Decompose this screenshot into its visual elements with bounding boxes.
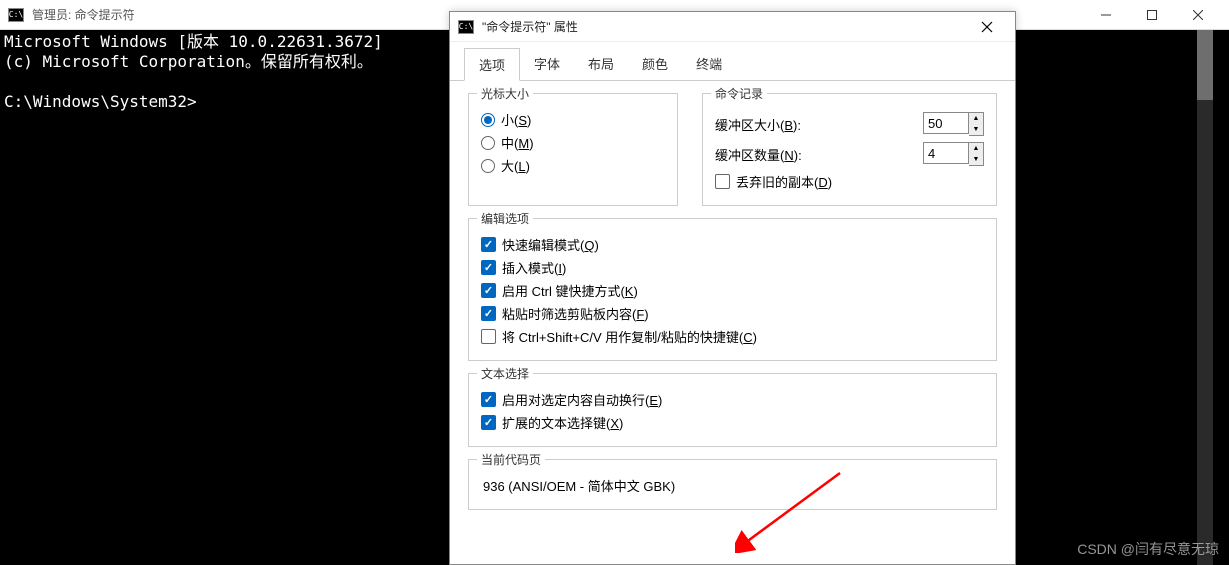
- quick-edit-checkbox[interactable]: [481, 237, 496, 252]
- buffer-size-spinner[interactable]: ▲▼: [923, 112, 984, 136]
- command-history-group: 命令记录 缓冲区大小(B): ▲▼ 缓冲区数量(N): ▲▼: [702, 93, 997, 206]
- codepage-value: 936 (ANSI/OEM - 简体中文 GBK): [481, 472, 984, 499]
- watermark: CSDN @闫有尽意无琼: [1077, 539, 1219, 559]
- ctrl-keys-label: 启用 Ctrl 键快捷方式(K): [502, 281, 638, 300]
- dialog-title: "命令提示符" 属性: [482, 18, 578, 35]
- cursor-small-label: 小(S): [501, 110, 531, 129]
- cursor-small-row[interactable]: 小(S): [481, 110, 665, 129]
- text-select-group: 文本选择 启用对选定内容自动换行(E) 扩展的文本选择键(X): [468, 373, 997, 447]
- radio-large[interactable]: [481, 159, 495, 173]
- insert-mode-row[interactable]: 插入模式(I): [481, 258, 984, 277]
- tab-terminal[interactable]: 终端: [682, 48, 736, 80]
- csv-shortcut-label: 将 Ctrl+Shift+C/V 用作复制/粘贴的快捷键(C): [502, 327, 757, 346]
- quick-edit-row[interactable]: 快速编辑模式(Q): [481, 235, 984, 254]
- filter-paste-row[interactable]: 粘贴时筛选剪贴板内容(F): [481, 304, 984, 323]
- properties-dialog: C:\ "命令提示符" 属性 选项 字体 布局 颜色 终端 光标大小 小(S) …: [449, 11, 1016, 565]
- buffer-size-label: 缓冲区大小(B):: [715, 115, 923, 134]
- cursor-group-title: 光标大小: [477, 85, 533, 102]
- tab-color[interactable]: 颜色: [628, 48, 682, 80]
- cmd-icon: C:\: [458, 20, 474, 34]
- buffer-size-input[interactable]: [923, 112, 969, 134]
- insert-mode-checkbox[interactable]: [481, 260, 496, 275]
- dialog-titlebar: C:\ "命令提示符" 属性: [450, 12, 1015, 42]
- history-group-title: 命令记录: [711, 85, 767, 102]
- radio-small[interactable]: [481, 113, 495, 127]
- ctrl-keys-row[interactable]: 启用 Ctrl 键快捷方式(K): [481, 281, 984, 300]
- dialog-body: 光标大小 小(S) 中(M) 大(L) 命令记录 缓冲区大小(B):: [450, 81, 1015, 534]
- cursor-large-row[interactable]: 大(L): [481, 156, 665, 175]
- discard-checkbox[interactable]: [715, 174, 730, 189]
- window-controls: [1083, 0, 1221, 30]
- discard-old-row[interactable]: 丢弃旧的副本(D): [715, 172, 984, 191]
- spinner-down[interactable]: ▼: [969, 124, 983, 135]
- buffer-count-input[interactable]: [923, 142, 969, 164]
- wrap-row[interactable]: 启用对选定内容自动换行(E): [481, 390, 984, 409]
- tab-bar: 选项 字体 布局 颜色 终端: [450, 42, 1015, 81]
- terminal-title: 管理员: 命令提示符: [32, 6, 135, 23]
- spinner-down[interactable]: ▼: [969, 154, 983, 165]
- buffer-count-spinner[interactable]: ▲▼: [923, 142, 984, 166]
- cursor-medium-row[interactable]: 中(M): [481, 133, 665, 152]
- discard-label: 丢弃旧的副本(D): [736, 172, 832, 191]
- tab-font[interactable]: 字体: [520, 48, 574, 80]
- buffer-count-label: 缓冲区数量(N):: [715, 145, 923, 164]
- radio-medium[interactable]: [481, 136, 495, 150]
- ext-select-label: 扩展的文本选择键(X): [502, 413, 623, 432]
- edit-options-group: 编辑选项 快速编辑模式(Q) 插入模式(I) 启用 Ctrl 键快捷方式(K) …: [468, 218, 997, 361]
- filter-paste-label: 粘贴时筛选剪贴板内容(F): [502, 304, 649, 323]
- filter-paste-checkbox[interactable]: [481, 306, 496, 321]
- scrollbar-thumb[interactable]: [1197, 30, 1213, 100]
- spinner-up[interactable]: ▲: [969, 143, 983, 154]
- codepage-group: 当前代码页 936 (ANSI/OEM - 简体中文 GBK): [468, 459, 997, 510]
- terminal-line2: (c) Microsoft Corporation。保留所有权利。: [4, 52, 373, 71]
- cursor-large-label: 大(L): [501, 156, 530, 175]
- csv-shortcut-checkbox[interactable]: [481, 329, 496, 344]
- code-group-title: 当前代码页: [477, 451, 545, 468]
- edit-group-title: 编辑选项: [477, 210, 533, 227]
- wrap-checkbox[interactable]: [481, 392, 496, 407]
- maximize-button[interactable]: [1129, 0, 1175, 30]
- minimize-button[interactable]: [1083, 0, 1129, 30]
- cursor-size-group: 光标大小 小(S) 中(M) 大(L): [468, 93, 678, 206]
- text-group-title: 文本选择: [477, 365, 533, 382]
- spinner-up[interactable]: ▲: [969, 113, 983, 124]
- insert-mode-label: 插入模式(I): [502, 258, 566, 277]
- cursor-medium-label: 中(M): [501, 133, 534, 152]
- ext-select-row[interactable]: 扩展的文本选择键(X): [481, 413, 984, 432]
- quick-edit-label: 快速编辑模式(Q): [502, 235, 599, 254]
- dialog-close-button[interactable]: [967, 13, 1007, 41]
- close-button[interactable]: [1175, 0, 1221, 30]
- tab-layout[interactable]: 布局: [574, 48, 628, 80]
- tab-options[interactable]: 选项: [464, 48, 520, 81]
- ext-select-checkbox[interactable]: [481, 415, 496, 430]
- scrollbar[interactable]: [1197, 30, 1213, 565]
- terminal-line1: Microsoft Windows [版本 10.0.22631.3672]: [4, 32, 383, 51]
- cmd-icon: C:\: [8, 8, 24, 22]
- csv-shortcut-row[interactable]: 将 Ctrl+Shift+C/V 用作复制/粘贴的快捷键(C): [481, 327, 984, 346]
- wrap-label: 启用对选定内容自动换行(E): [502, 390, 662, 409]
- terminal-prompt: C:\Windows\System32>: [4, 92, 197, 111]
- ctrl-keys-checkbox[interactable]: [481, 283, 496, 298]
